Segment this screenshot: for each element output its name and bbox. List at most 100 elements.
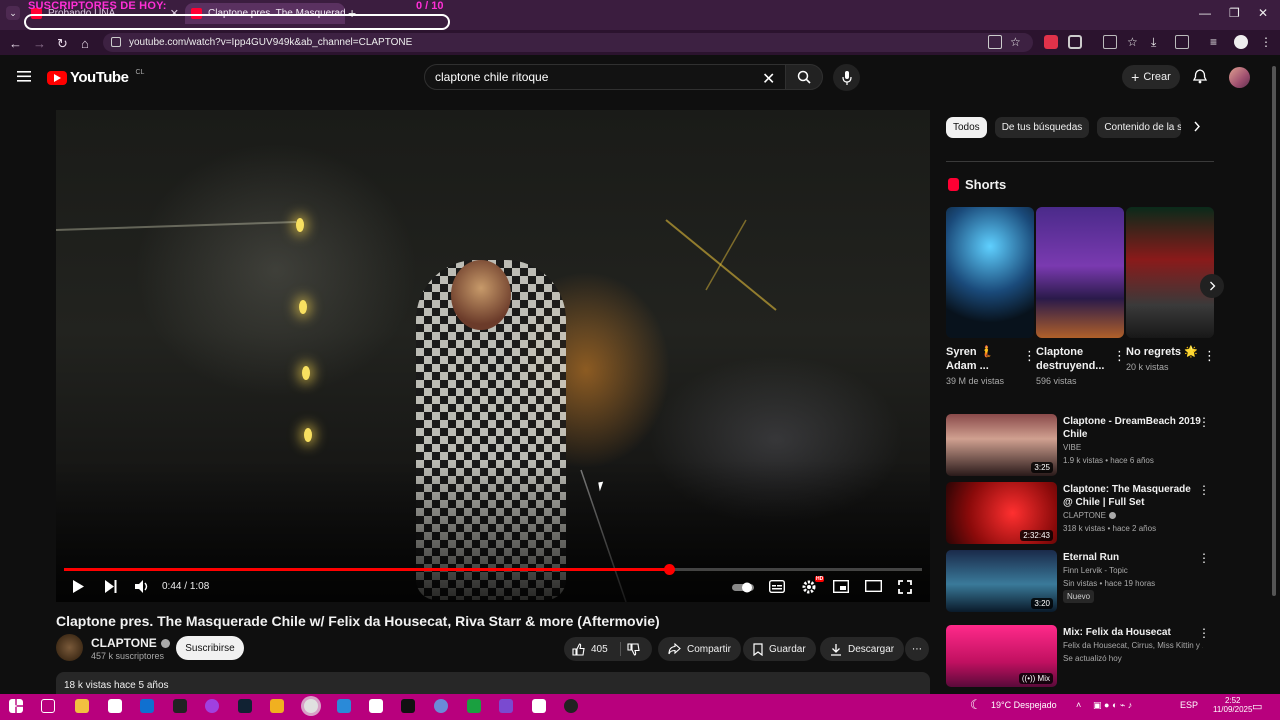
- more-actions-button[interactable]: ⋯: [905, 637, 929, 661]
- chip-all[interactable]: Todos: [946, 117, 987, 138]
- chevron-right-icon: [1209, 281, 1215, 291]
- tiktok-icon[interactable]: [401, 699, 415, 713]
- short-title: Claptone destruyend...: [1036, 346, 1105, 372]
- clock[interactable]: 2:52 11/09/2025: [1213, 696, 1252, 714]
- app-purple-icon[interactable]: [499, 699, 513, 713]
- app-circle-icon[interactable]: [434, 699, 448, 713]
- account-avatar[interactable]: [1229, 67, 1250, 88]
- close-window-button[interactable]: ✕: [1258, 6, 1268, 20]
- menu-icon[interactable]: [17, 71, 31, 82]
- next-icon[interactable]: [105, 580, 117, 593]
- more-vert-icon[interactable]: ⋮: [1198, 626, 1210, 640]
- site-info-icon[interactable]: [111, 37, 121, 47]
- favorites-icon[interactable]: ☆: [1127, 35, 1141, 49]
- app-icon[interactable]: [205, 699, 219, 713]
- like-button[interactable]: 405: [572, 642, 608, 656]
- outlook-icon[interactable]: [140, 699, 154, 713]
- chevron-right-icon[interactable]: [1193, 121, 1201, 132]
- voice-search-button[interactable]: [833, 64, 860, 91]
- miniplayer-icon[interactable]: [833, 580, 849, 593]
- steam-icon[interactable]: [238, 699, 252, 713]
- more-vert-icon[interactable]: ⋮: [1198, 551, 1210, 565]
- dancer-mask: [451, 260, 511, 330]
- settings-gear-icon[interactable]: [802, 580, 816, 594]
- download-button[interactable]: Descargar: [820, 637, 905, 661]
- minimize-button[interactable]: —: [1199, 6, 1211, 20]
- translate-icon[interactable]: [1175, 35, 1189, 49]
- app-green-icon[interactable]: [467, 699, 481, 713]
- tab-search-icon[interactable]: ⌄: [6, 6, 20, 20]
- scrollbar-thumb[interactable]: [1272, 66, 1276, 596]
- extension-shield-icon[interactable]: [1044, 35, 1058, 49]
- volume-icon[interactable]: [135, 580, 149, 593]
- play-icon[interactable]: [73, 580, 84, 593]
- tray-chevron-icon[interactable]: ˄: [1076, 700, 1081, 710]
- chip-channel-content[interactable]: Contenido de la se: [1097, 117, 1182, 138]
- recommended-video[interactable]: 2:32:43 Claptone: The Masquerade @ Chile…: [946, 482, 1214, 546]
- shorts-next-button[interactable]: [1200, 274, 1224, 298]
- notifications-bell-icon[interactable]: [1193, 69, 1207, 84]
- autoplay-toggle[interactable]: [732, 582, 756, 593]
- epic-games-icon[interactable]: [173, 699, 187, 713]
- tray-icons[interactable]: ▣ ● ◐ ⌁ ♪: [1093, 700, 1132, 711]
- chip-from-searches[interactable]: De tus búsquedas: [994, 117, 1090, 138]
- back-icon[interactable]: ←: [9, 36, 22, 51]
- extension-icon[interactable]: [1103, 35, 1117, 49]
- more-vert-icon[interactable]: ⋮: [1198, 483, 1210, 497]
- thumbs-up-icon: [572, 642, 585, 656]
- browser-menu-icon[interactable]: ⋮: [1260, 35, 1274, 49]
- notepad-icon[interactable]: [532, 699, 546, 713]
- more-vert-icon[interactable]: ⋮: [1023, 348, 1036, 364]
- search-input[interactable]: claptone chile ritoque: [424, 64, 786, 90]
- subscribe-button[interactable]: Suscribirse: [176, 636, 244, 660]
- chrome-icon[interactable]: [304, 699, 318, 713]
- profile-avatar[interactable]: [1234, 35, 1248, 49]
- channel-avatar[interactable]: [56, 634, 83, 661]
- dislike-button[interactable]: [627, 642, 640, 656]
- short-card[interactable]: Claptone destruyend... 596 vistas ⋮: [1036, 207, 1126, 386]
- channel-name[interactable]: CLAPTONE: [91, 636, 170, 650]
- recommended-video[interactable]: 3:25 Claptone - DreamBeach 2019 Chile VI…: [946, 414, 1214, 478]
- download-icon[interactable]: ⤓: [1151, 35, 1165, 49]
- maximize-button[interactable]: ❐: [1229, 6, 1240, 20]
- home-icon[interactable]: ⌂: [81, 36, 89, 51]
- more-vert-icon[interactable]: ⋮: [1113, 348, 1126, 364]
- task-view-icon[interactable]: [41, 699, 55, 713]
- app-window-icon[interactable]: [337, 699, 351, 713]
- fullscreen-icon[interactable]: [898, 580, 912, 594]
- more-vert-icon[interactable]: ⋮: [1203, 348, 1216, 364]
- hd-badge: HD: [815, 576, 825, 582]
- reload-icon[interactable]: ↻: [57, 36, 68, 52]
- install-app-icon[interactable]: [988, 35, 1002, 49]
- weather-text[interactable]: 19°C Despejado: [991, 700, 1057, 710]
- duration-badge: 3:20: [1031, 598, 1053, 609]
- file-explorer-icon[interactable]: [75, 699, 89, 713]
- bookmark-star-icon[interactable]: ☆: [1010, 35, 1024, 49]
- recommended-mix[interactable]: ((•)) Mix Mix: Felix da Housecat Felix d…: [946, 625, 1214, 689]
- subtitles-icon[interactable]: [769, 580, 785, 593]
- video-thumbnail: 3:20: [946, 550, 1057, 612]
- obs-icon[interactable]: [564, 699, 578, 713]
- forward-icon[interactable]: →: [33, 36, 46, 51]
- save-button[interactable]: Guardar: [743, 637, 816, 661]
- store-icon[interactable]: [108, 699, 122, 713]
- language-indicator[interactable]: ESP: [1180, 700, 1198, 710]
- extensions-puzzle-icon[interactable]: [1068, 35, 1082, 49]
- more-vert-icon[interactable]: ⋮: [1198, 415, 1210, 429]
- notifications-icon[interactable]: ▭: [1252, 700, 1262, 713]
- clear-search-icon[interactable]: ✕: [762, 69, 775, 89]
- short-card[interactable]: Syren 🧜 Adam ... 39 M de vistas ⋮: [946, 207, 1036, 386]
- share-button[interactable]: Compartir: [658, 637, 741, 661]
- search-button[interactable]: [785, 64, 823, 90]
- address-bar[interactable]: youtube.com/watch?v=Ipp4GUV949k&ab_chann…: [103, 33, 1033, 52]
- theater-mode-icon[interactable]: [865, 580, 882, 592]
- progress-bar[interactable]: [64, 564, 922, 575]
- reading-list-icon[interactable]: ≡: [1210, 35, 1224, 49]
- youtube-logo[interactable]: YouTube CL: [47, 69, 144, 86]
- create-button[interactable]: + Crear: [1122, 65, 1180, 89]
- recommended-video[interactable]: 3:20 Eternal Run Finn Lervik - Topic Sin…: [946, 550, 1214, 614]
- video-channel-text: CLAPTONE: [1063, 511, 1106, 520]
- capcut-icon[interactable]: [369, 699, 383, 713]
- rockstar-icon[interactable]: [270, 699, 284, 713]
- video-player[interactable]: 0:44 / 1:08 HD: [56, 110, 930, 602]
